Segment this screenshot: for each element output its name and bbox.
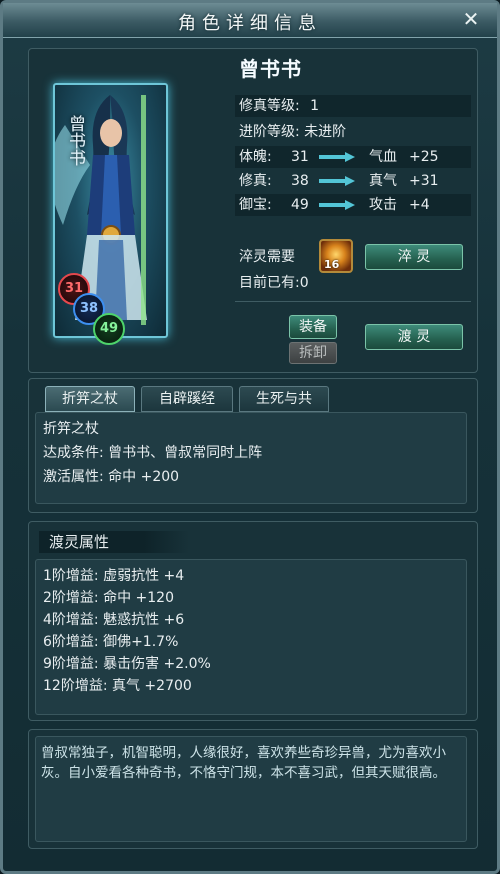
stat-bonus-value: +4 bbox=[409, 197, 430, 213]
tab-bond-2[interactable]: 自辟蹊经 bbox=[141, 386, 233, 412]
title-bar: 角色详细信息 ✕ bbox=[3, 3, 497, 38]
ferry-line: 12阶增益: 真气 +2700 bbox=[43, 678, 192, 694]
ferry-line: 1阶增益: 虚弱抗性 +4 bbox=[43, 568, 185, 584]
bond-condition: 达成条件: 曾书书、曾叔常同时上阵 bbox=[43, 445, 263, 461]
stat-bonus-label: 气血 bbox=[369, 149, 397, 165]
equip-button[interactable]: 装备 bbox=[289, 315, 337, 339]
tab-bond-1[interactable]: 折笄之杖 bbox=[45, 386, 135, 412]
owned-count: 目前已有:0 bbox=[239, 275, 309, 291]
orb-treasure: 49 bbox=[93, 313, 125, 345]
ferry-line: 4阶增益: 魅惑抗性 +6 bbox=[43, 612, 185, 628]
cultivation-level-row: 修真等级: 1 bbox=[235, 95, 471, 117]
arrow-right-icon bbox=[319, 152, 355, 162]
cultivation-level-value: 1 bbox=[310, 98, 320, 114]
stat-value: 38 bbox=[291, 173, 309, 189]
stat-bonus-value: +31 bbox=[409, 173, 439, 189]
bond-attribute: 激活属性: 命中 +200 bbox=[43, 469, 180, 485]
ferry-line: 2阶增益: 命中 +120 bbox=[43, 590, 174, 606]
stat-bonus-label: 真气 bbox=[369, 173, 397, 189]
stat-row-treasure: 御宝: 49 攻击 +4 bbox=[235, 194, 471, 216]
cultivation-level-label: 修真等级: bbox=[239, 98, 300, 114]
divider bbox=[235, 301, 471, 302]
hero-name: 曾书书 bbox=[239, 57, 302, 81]
ferry-button[interactable]: 渡 灵 bbox=[365, 324, 463, 350]
stat-row-cultivation: 修真: 38 真气 +31 bbox=[235, 170, 471, 192]
stat-row-physique: 体魄: 31 气血 +25 bbox=[235, 146, 471, 168]
ferry-section-title: 渡灵属性 bbox=[39, 531, 189, 553]
advance-level-row: 进阶等级: 未进阶 bbox=[235, 121, 471, 143]
character-detail-window: 角色详细信息 ✕ 曾书书 31 38 49 曾书书 修真等级: 1 进阶等级: … bbox=[0, 0, 500, 874]
stat-bonus-label: 攻击 bbox=[369, 197, 397, 213]
arrow-right-icon bbox=[319, 200, 355, 210]
unequip-button[interactable]: 拆卸 bbox=[289, 342, 337, 364]
bond-name: 折笄之杖 bbox=[43, 421, 99, 437]
refine-button[interactable]: 淬 灵 bbox=[365, 244, 463, 270]
stat-label: 体魄: bbox=[239, 149, 272, 165]
ferry-line: 6阶增益: 御佛+1.7% bbox=[43, 634, 179, 650]
stat-bonus-value: +25 bbox=[409, 149, 439, 165]
close-icon[interactable]: ✕ bbox=[459, 7, 483, 31]
character-description: 曾叔常独子，机智聪明，人缘很好，喜欢养些奇珍异兽，尤为喜欢小灰。自小爱看各种奇书… bbox=[41, 745, 446, 781]
stat-label: 御宝: bbox=[239, 197, 272, 213]
refine-need-label: 淬灵需要 bbox=[239, 249, 295, 265]
advance-level-label: 进阶等级: bbox=[239, 124, 300, 140]
ferry-line: 9阶增益: 暴击伤害 +2.0% bbox=[43, 656, 211, 672]
refine-material-count: 16 bbox=[324, 258, 340, 271]
stat-value: 49 bbox=[291, 197, 309, 213]
advance-level-value: 未进阶 bbox=[304, 124, 347, 140]
refine-material-icon[interactable]: 16 bbox=[319, 239, 353, 273]
portrait-name: 曾书书 bbox=[65, 115, 85, 166]
window-title: 角色详细信息 bbox=[178, 13, 322, 34]
arrow-right-icon bbox=[319, 176, 355, 186]
tab-bond-3[interactable]: 生死与共 bbox=[239, 386, 329, 412]
stat-value: 31 bbox=[291, 149, 309, 165]
stat-label: 修真: bbox=[239, 173, 272, 189]
